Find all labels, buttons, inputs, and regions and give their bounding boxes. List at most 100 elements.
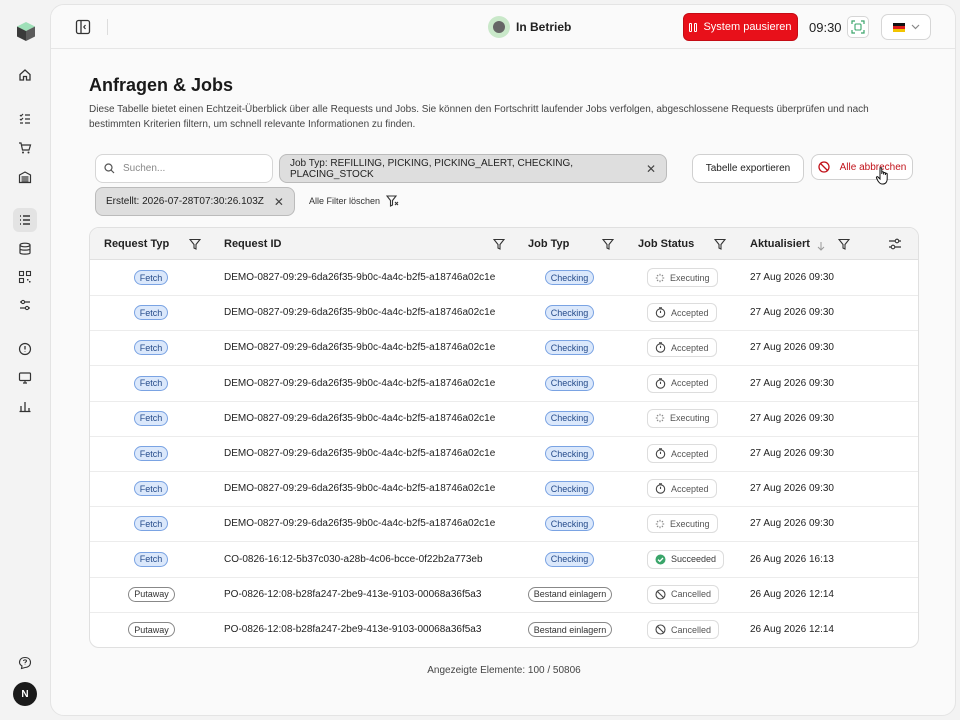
page-title: Anfragen & Jobs bbox=[89, 75, 234, 95]
job-status-badge: Accepted bbox=[647, 479, 717, 499]
filter-icon[interactable] bbox=[602, 238, 614, 250]
table-row[interactable]: Fetch DEMO-0827-09:29-6da26f35-9b0c-4a4c-… bbox=[90, 296, 918, 332]
job-status-badge: Executing bbox=[647, 408, 718, 428]
updated-timestamp: 27 Aug 2026 09:30 bbox=[750, 272, 834, 283]
table-row[interactable]: Fetch DEMO-0827-09:29-6da26f35-9b0c-4a4c-… bbox=[90, 402, 918, 437]
updated-timestamp: 27 Aug 2026 09:30 bbox=[750, 307, 834, 319]
request-id[interactable]: DEMO-0827-09:29-6da26f35-9b0c-4a4c-b2f5-… bbox=[224, 448, 495, 459]
filter-icon[interactable] bbox=[838, 238, 850, 250]
table-row[interactable]: Putaway PO-0826-12:08-b28fa247-2be9-413e-… bbox=[90, 613, 918, 647]
avatar[interactable]: N bbox=[13, 682, 37, 706]
timer-icon bbox=[655, 483, 666, 494]
header-divider bbox=[107, 19, 108, 35]
row-actions-icon[interactable]: ⋮ bbox=[916, 271, 918, 282]
table-row[interactable]: Putaway PO-0826-12:08-b28fa247-2be9-413e-… bbox=[90, 578, 918, 613]
job-status-badge: Accepted bbox=[647, 373, 717, 393]
help-icon[interactable] bbox=[13, 651, 37, 675]
table-row[interactable]: Fetch DEMO-0827-09:29-6da26f35-9b0c-4a4c-… bbox=[90, 507, 918, 543]
request-type-badge: Fetch bbox=[134, 481, 168, 497]
request-id[interactable]: DEMO-0827-09:29-6da26f35-9b0c-4a4c-b2f5-… bbox=[224, 307, 495, 318]
table-row[interactable]: Fetch CO-0826-16:12-5b37c030-a28b-4c06-bc… bbox=[90, 543, 918, 578]
row-actions-icon[interactable]: ⋮ bbox=[916, 306, 918, 317]
request-id[interactable]: CO-0826-16:12-5b37c030-a28b-4c06-bcce-0f… bbox=[224, 554, 483, 565]
close-icon[interactable]: ✕ bbox=[646, 162, 656, 176]
warehouse-icon[interactable] bbox=[13, 165, 37, 189]
row-actions-icon[interactable]: ⋮ bbox=[916, 553, 918, 564]
cancel-all-label: Alle abbrechen bbox=[839, 161, 907, 173]
pause-system-button[interactable]: System pausieren bbox=[683, 13, 798, 41]
list-icon[interactable] bbox=[13, 208, 37, 232]
bar-chart-icon[interactable] bbox=[13, 394, 37, 418]
column-header-request-id[interactable]: Request ID bbox=[224, 238, 281, 250]
request-id[interactable]: DEMO-0827-09:29-6da26f35-9b0c-4a4c-b2f5-… bbox=[224, 413, 495, 424]
home-icon[interactable] bbox=[13, 63, 37, 87]
qr-code-icon[interactable] bbox=[13, 265, 37, 289]
job-status-label: Executing bbox=[670, 413, 710, 424]
sliders-icon[interactable] bbox=[13, 293, 37, 317]
checklist-icon[interactable] bbox=[13, 107, 37, 131]
row-actions-icon[interactable]: ⋮ bbox=[916, 517, 918, 528]
cart-icon[interactable] bbox=[13, 136, 37, 160]
row-actions-icon[interactable]: ⋮ bbox=[916, 377, 918, 388]
request-id[interactable]: DEMO-0827-09:29-6da26f35-9b0c-4a4c-b2f5-… bbox=[224, 342, 495, 353]
table-row[interactable]: Fetch DEMO-0827-09:29-6da26f35-9b0c-4a4c-… bbox=[90, 437, 918, 472]
language-select[interactable] bbox=[881, 14, 931, 40]
request-type-badge: Fetch bbox=[134, 270, 168, 285]
cancel-all-button[interactable]: Alle abbrechen bbox=[811, 154, 913, 180]
updated-timestamp: 27 Aug 2026 09:30 bbox=[750, 518, 834, 530]
job-status-badge: Accepted bbox=[647, 444, 717, 463]
pause-button-label: System pausieren bbox=[703, 21, 792, 33]
table-row[interactable]: Fetch DEMO-0827-09:29-6da26f35-9b0c-4a4c-… bbox=[90, 261, 918, 296]
job-status-badge: Succeeded bbox=[647, 549, 725, 569]
clear-filters-button[interactable]: Alle Filter löschen bbox=[309, 195, 399, 207]
search-box[interactable] bbox=[95, 154, 273, 183]
job-status-badge: Accepted bbox=[647, 338, 717, 358]
loader-icon bbox=[655, 413, 665, 423]
row-actions-icon[interactable]: ⋮ bbox=[916, 412, 918, 423]
row-actions-icon[interactable]: ⋮ bbox=[916, 341, 918, 352]
timer-icon bbox=[655, 342, 666, 354]
alert-circle-icon[interactable] bbox=[13, 337, 37, 361]
status-indicator-icon bbox=[488, 16, 510, 38]
job-status-label: Accepted bbox=[671, 342, 709, 353]
monitor-icon[interactable] bbox=[13, 366, 37, 390]
job-type-badge: Checking bbox=[545, 481, 594, 497]
filter-icon[interactable] bbox=[493, 238, 505, 250]
scan-button[interactable] bbox=[847, 16, 869, 38]
export-table-button[interactable]: Tabelle exportieren bbox=[692, 154, 804, 183]
column-header-job-type[interactable]: Job Typ bbox=[528, 238, 569, 250]
column-header-updated[interactable]: Aktualisiert bbox=[750, 238, 810, 250]
request-id[interactable]: DEMO-0827-09:29-6da26f35-9b0c-4a4c-b2f5-… bbox=[224, 272, 495, 283]
filter-icon[interactable] bbox=[189, 238, 201, 250]
close-icon[interactable]: ✕ bbox=[274, 195, 284, 209]
row-actions-icon[interactable]: ⋮ bbox=[916, 623, 918, 634]
filter-chip-created[interactable]: Erstellt: 2026-07-28T07:30:26.103Z ✕ bbox=[95, 187, 295, 216]
request-id[interactable]: DEMO-0827-09:29-6da26f35-9b0c-4a4c-b2f5-… bbox=[224, 518, 495, 529]
column-header-request-type[interactable]: Request Typ bbox=[104, 238, 169, 250]
cube-logo-icon[interactable] bbox=[15, 20, 37, 42]
filter-chip-job-type-label: Job Typ: REFILLING, PICKING, PICKING_ALE… bbox=[290, 157, 574, 180]
table-row[interactable]: Fetch DEMO-0827-09:29-6da26f35-9b0c-4a4c-… bbox=[90, 331, 918, 367]
filter-icon[interactable] bbox=[714, 238, 726, 250]
column-settings-icon[interactable] bbox=[888, 237, 902, 251]
row-actions-icon[interactable]: ⋮ bbox=[916, 588, 918, 599]
row-actions-icon[interactable]: ⋮ bbox=[916, 482, 918, 493]
table-row[interactable]: Fetch DEMO-0827-09:29-6da26f35-9b0c-4a4c-… bbox=[90, 472, 918, 508]
system-status: In Betrieb bbox=[488, 16, 571, 38]
row-actions-icon[interactable]: ⋮ bbox=[916, 447, 918, 458]
request-id[interactable]: DEMO-0827-09:29-6da26f35-9b0c-4a4c-b2f5-… bbox=[224, 483, 495, 494]
filter-chip-job-type[interactable]: Job Typ: REFILLING, PICKING, PICKING_ALE… bbox=[279, 154, 667, 183]
panel-toggle-icon[interactable] bbox=[75, 19, 91, 35]
search-input[interactable] bbox=[123, 163, 263, 174]
column-header-job-status[interactable]: Job Status bbox=[638, 238, 694, 250]
request-id[interactable]: PO-0826-12:08-b28fa247-2be9-413e-9103-00… bbox=[224, 624, 481, 635]
database-icon[interactable] bbox=[13, 237, 37, 261]
request-id[interactable]: PO-0826-12:08-b28fa247-2be9-413e-9103-00… bbox=[224, 589, 481, 600]
job-status-label: Accepted bbox=[671, 378, 709, 389]
requests-table: Request Typ Request ID Job Typ Job Statu… bbox=[89, 227, 919, 648]
request-type-badge: Fetch bbox=[134, 551, 168, 567]
table-row[interactable]: Fetch DEMO-0827-09:29-6da26f35-9b0c-4a4c-… bbox=[90, 367, 918, 402]
sort-down-icon[interactable] bbox=[817, 240, 825, 252]
request-id[interactable]: DEMO-0827-09:29-6da26f35-9b0c-4a4c-b2f5-… bbox=[224, 378, 495, 389]
request-type-badge: Fetch bbox=[134, 446, 168, 461]
